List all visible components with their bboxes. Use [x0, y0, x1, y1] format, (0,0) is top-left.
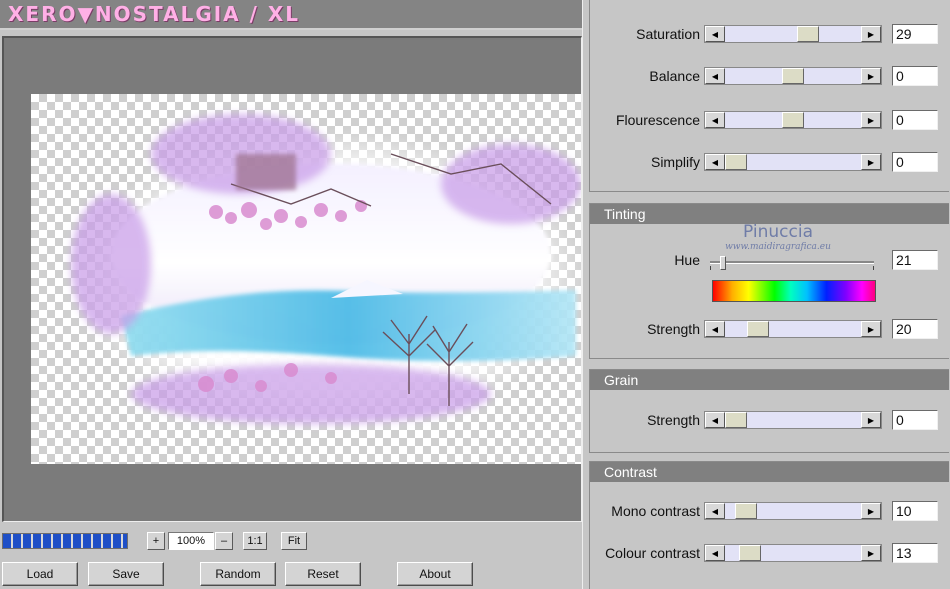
preview-canvas — [31, 94, 581, 464]
flourescence-slider[interactable]: ◀ ▶ — [704, 111, 882, 129]
colour-contrast-label: Colour contrast — [605, 545, 700, 561]
grain-strength-slider[interactable]: ◀ ▶ — [704, 411, 882, 429]
load-button[interactable]: Load — [2, 562, 78, 586]
arrow-left-icon[interactable]: ◀ — [705, 68, 725, 84]
zoom-out-button[interactable]: – — [215, 532, 233, 550]
hue-label: Hue — [674, 252, 700, 268]
color-adjust-group: Saturation ◀ ▶ 29 Balance ◀ ▶ 0 Flouresc… — [589, 0, 949, 192]
watermark: Pinuccia www.maidiragrafica.eu — [713, 222, 843, 252]
arrow-right-icon[interactable]: ▶ — [861, 545, 881, 561]
colour-contrast-value[interactable]: 13 — [892, 543, 938, 563]
arrow-right-icon[interactable]: ▶ — [861, 26, 881, 42]
arrow-right-icon[interactable]: ▶ — [861, 503, 881, 519]
random-button[interactable]: Random — [200, 562, 276, 586]
balance-slider[interactable]: ◀ ▶ — [704, 67, 882, 85]
tint-strength-thumb[interactable] — [747, 321, 769, 337]
zoom-level: 100% — [168, 532, 214, 550]
progress-bar — [2, 533, 128, 549]
about-button[interactable]: About — [397, 562, 473, 586]
reset-button[interactable]: Reset — [285, 562, 361, 586]
save-button[interactable]: Save — [88, 562, 164, 586]
mono-contrast-value[interactable]: 10 — [892, 501, 938, 521]
arrow-right-icon[interactable]: ▶ — [861, 412, 881, 428]
arrow-right-icon[interactable]: ▶ — [861, 321, 881, 337]
zoom-actual-size-button[interactable]: 1:1 — [243, 532, 267, 550]
preview-image — [71, 114, 581, 429]
mono-contrast-thumb[interactable] — [735, 503, 757, 519]
hue-thumb[interactable] — [720, 256, 726, 270]
tinting-header: Tinting — [590, 204, 949, 224]
arrow-left-icon[interactable]: ◀ — [705, 112, 725, 128]
flourescence-row: Flourescence ◀ ▶ 0 — [590, 110, 950, 130]
grain-strength-thumb[interactable] — [725, 412, 747, 428]
simplify-thumb[interactable] — [725, 154, 747, 170]
arrow-left-icon[interactable]: ◀ — [705, 321, 725, 337]
colour-contrast-slider[interactable]: ◀ ▶ — [704, 544, 882, 562]
hue-slider[interactable] — [710, 256, 874, 270]
simplify-slider[interactable]: ◀ ▶ — [704, 153, 882, 171]
contrast-header: Contrast — [590, 462, 949, 482]
progress-fill — [3, 534, 127, 548]
mono-contrast-row: Mono contrast ◀ ▶ 10 — [590, 501, 950, 521]
simplify-value[interactable]: 0 — [892, 152, 938, 172]
saturation-slider[interactable]: ◀ ▶ — [704, 25, 882, 43]
flourescence-thumb[interactable] — [782, 112, 804, 128]
watermark-name: Pinuccia — [743, 222, 813, 242]
tinting-group: Tinting Pinuccia www.maidiragrafica.eu H… — [589, 203, 949, 359]
colour-contrast-thumb[interactable] — [739, 545, 761, 561]
arrow-left-icon[interactable]: ◀ — [705, 545, 725, 561]
hue-tick — [873, 266, 874, 270]
balance-label: Balance — [649, 68, 700, 84]
title-bar: XERO▼NOSTALGIA / XL — [0, 0, 582, 30]
simplify-row: Simplify ◀ ▶ 0 — [590, 152, 950, 172]
arrow-left-icon[interactable]: ◀ — [705, 503, 725, 519]
colour-contrast-row: Colour contrast ◀ ▶ 13 — [590, 543, 950, 563]
hue-track — [710, 261, 874, 264]
grain-strength-label: Strength — [647, 412, 700, 428]
hue-spectrum — [712, 280, 876, 302]
grain-strength-value[interactable]: 0 — [892, 410, 938, 430]
mono-contrast-slider[interactable]: ◀ ▶ — [704, 502, 882, 520]
preview-area — [2, 36, 582, 522]
tint-strength-slider[interactable]: ◀ ▶ — [704, 320, 882, 338]
arrow-right-icon[interactable]: ▶ — [861, 112, 881, 128]
tint-strength-value[interactable]: 20 — [892, 319, 938, 339]
grain-group: Grain Strength ◀ ▶ 0 — [589, 369, 949, 453]
zoom-in-button[interactable]: + — [147, 532, 165, 550]
saturation-row: Saturation ◀ ▶ 29 — [590, 24, 950, 44]
arrow-left-icon[interactable]: ◀ — [705, 154, 725, 170]
grain-strength-row: Strength ◀ ▶ 0 — [590, 410, 950, 430]
arrow-right-icon[interactable]: ▶ — [861, 154, 881, 170]
settings-panel: Saturation ◀ ▶ 29 Balance ◀ ▶ 0 Flouresc… — [582, 0, 950, 589]
flourescence-label: Flourescence — [615, 112, 700, 128]
saturation-value[interactable]: 29 — [892, 24, 938, 44]
hue-value[interactable]: 21 — [892, 250, 938, 270]
zoom-fit-button[interactable]: Fit — [281, 532, 307, 550]
tint-strength-row: Strength ◀ ▶ 20 — [590, 319, 950, 339]
balance-row: Balance ◀ ▶ 0 — [590, 66, 950, 86]
hue-tick — [710, 266, 711, 270]
simplify-label: Simplify — [650, 154, 700, 170]
balance-thumb[interactable] — [782, 68, 804, 84]
arrow-left-icon[interactable]: ◀ — [705, 412, 725, 428]
arrow-right-icon[interactable]: ▶ — [861, 68, 881, 84]
contrast-group: Contrast Mono contrast ◀ ▶ 10 Colour con… — [589, 461, 949, 589]
mono-contrast-label: Mono contrast — [611, 503, 700, 519]
arrow-left-icon[interactable]: ◀ — [705, 26, 725, 42]
balance-value[interactable]: 0 — [892, 66, 938, 86]
saturation-thumb[interactable] — [797, 26, 819, 42]
grain-header: Grain — [590, 370, 949, 390]
saturation-label: Saturation — [636, 26, 700, 42]
tint-strength-label: Strength — [647, 321, 700, 337]
app-title: XERO▼NOSTALGIA / XL — [8, 2, 301, 26]
flourescence-value[interactable]: 0 — [892, 110, 938, 130]
